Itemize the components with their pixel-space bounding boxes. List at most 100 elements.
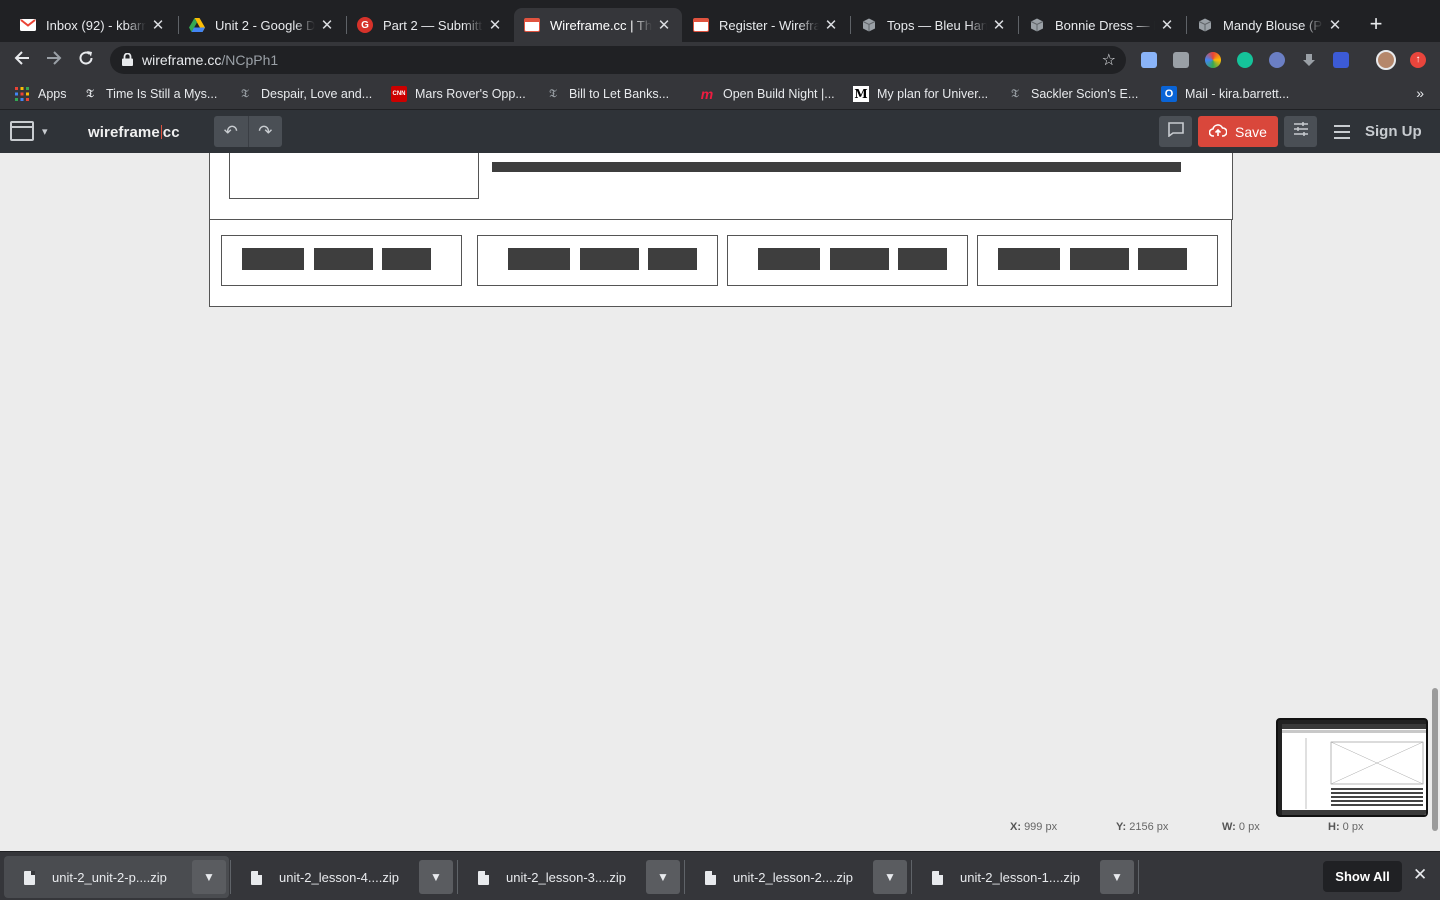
wireframe-block[interactable] (898, 248, 947, 270)
wireframe-block[interactable] (242, 248, 304, 270)
close-tab-icon[interactable]: ✕ (1327, 16, 1343, 34)
wireframe-text-line[interactable] (492, 162, 1181, 172)
cube-icon (861, 17, 877, 33)
bookmark-sackler-scion[interactable]: 𝔗 Sackler Scion's E... (1007, 85, 1138, 103)
wireframe-block[interactable] (648, 248, 697, 270)
app-logo[interactable]: wireframe cc (88, 124, 180, 141)
download-shelf: unit-2_unit-2-p....zip ▼ unit-2_lesson-4… (0, 851, 1440, 900)
close-tab-icon[interactable]: ✕ (991, 16, 1007, 34)
bookmarks-overflow-icon[interactable]: » (1416, 85, 1424, 101)
bookmark-my-plan[interactable]: M My plan for Univer... (853, 85, 988, 103)
tab-register-wireframe[interactable]: Register - Wireframe ✕ (683, 8, 849, 42)
bookmark-mars-rover[interactable]: CNN Mars Rover's Opp... (391, 85, 526, 103)
wireframe-block[interactable] (830, 248, 889, 270)
wireframe-block[interactable] (1070, 248, 1129, 270)
docs-extension-icon[interactable] (1141, 52, 1157, 68)
profile-avatar[interactable] (1376, 50, 1396, 70)
tab-part-2-submitting[interactable]: G Part 2 — Submitting ✕ (347, 8, 513, 42)
page-minimap[interactable] (1276, 718, 1428, 817)
address-bar[interactable]: wireframe.cc/NCpPh1 ☆ (110, 46, 1126, 74)
width-readout: W: 0 px (1222, 821, 1260, 833)
undo-icon[interactable]: ↶ (214, 116, 249, 147)
owl-extension-icon[interactable] (1269, 52, 1285, 68)
back-arrow-icon[interactable] (10, 48, 34, 72)
sign-up-link[interactable]: Sign Up (1365, 123, 1422, 140)
file-icon (251, 871, 262, 885)
tab-wireframe-cc[interactable]: Wireframe.cc | The ✕ (514, 8, 682, 42)
grammarly-icon[interactable] (1237, 52, 1253, 68)
wireframe-block[interactable] (998, 248, 1060, 270)
apps-grid-icon (14, 86, 30, 102)
close-tab-icon[interactable]: ✕ (487, 16, 503, 34)
download-item[interactable]: unit-2_lesson-1....zip ▼ (912, 856, 1137, 898)
wireframe-block[interactable] (1138, 248, 1187, 270)
close-icon[interactable]: ✕ (1413, 865, 1427, 885)
chevron-down-icon[interactable]: ▼ (192, 860, 226, 894)
download-item[interactable]: unit-2_lesson-2....zip ▼ (685, 856, 910, 898)
redo-icon[interactable]: ↷ (249, 116, 283, 147)
bookmark-time-is-still[interactable]: 𝔗 Time Is Still a Mys... (82, 85, 217, 103)
wireframe-footer-card[interactable] (977, 235, 1218, 286)
page-menu-button[interactable]: ▾ (10, 121, 48, 141)
nyt-icon: 𝔗 (241, 87, 249, 100)
alert-extension-icon[interactable]: ↑ (1410, 52, 1426, 68)
close-tab-icon[interactable]: ✕ (656, 16, 672, 34)
cube-icon (1029, 17, 1045, 33)
settings-button[interactable] (1284, 116, 1317, 147)
chevron-down-icon: ▾ (42, 125, 48, 138)
close-tab-icon[interactable]: ✕ (150, 16, 166, 34)
tab-mandy-blouse[interactable]: Mandy Blouse (Peach ✕ (1187, 8, 1353, 42)
color-picker-extension-icon[interactable] (1205, 52, 1221, 68)
wireframe-footer-section[interactable] (209, 219, 1232, 307)
tab-title: Part 2 — Submitting (383, 17, 483, 33)
close-tab-icon[interactable]: ✕ (1159, 16, 1175, 34)
browser-tab-strip: Inbox (92) - kbarrett ✕ Unit 2 - Google … (0, 0, 1440, 42)
wireframe-image-box[interactable] (229, 153, 479, 199)
save-button[interactable]: Save (1198, 116, 1278, 147)
wireframe-canvas[interactable]: X: 999 px Y: 2156 px W: 0 px H: 0 px (0, 153, 1440, 851)
download-filename: unit-2_unit-2-p....zip (52, 870, 167, 885)
download-item[interactable]: unit-2_lesson-3....zip ▼ (458, 856, 683, 898)
chevron-down-icon[interactable]: ▼ (419, 860, 453, 894)
wireframe-footer-card[interactable] (477, 235, 718, 286)
download-item[interactable]: unit-2_lesson-4....zip ▼ (231, 856, 456, 898)
tab-google-drive[interactable]: Unit 2 - Google Drive ✕ (179, 8, 345, 42)
tab-title: Register - Wireframe (719, 17, 819, 33)
reload-icon[interactable] (74, 48, 98, 72)
tab-gmail[interactable]: Inbox (92) - kbarrett ✕ (10, 8, 176, 42)
vertical-scrollbar[interactable] (1432, 688, 1438, 831)
comment-button[interactable] (1159, 116, 1192, 147)
close-tab-icon[interactable]: ✕ (319, 16, 335, 34)
wireframe-block[interactable] (382, 248, 431, 270)
bookmark-mail[interactable]: O Mail - kira.barrett... (1161, 85, 1289, 103)
close-tab-icon[interactable]: ✕ (823, 16, 839, 34)
bookmark-open-build-night[interactable]: m Open Build Night |... (699, 85, 835, 103)
bookmark-apps[interactable]: Apps (14, 85, 67, 103)
bookmark-despair-love[interactable]: 𝔗 Despair, Love and... (237, 85, 372, 103)
bookmark-star-icon[interactable]: ☆ (1102, 50, 1116, 70)
new-tab-button[interactable]: + (1364, 12, 1388, 36)
gmail-icon (20, 17, 36, 33)
chevron-down-icon[interactable]: ▼ (873, 860, 907, 894)
bookmark-bill-to-let-banks[interactable]: 𝔗 Bill to Let Banks... (545, 85, 669, 103)
bitwarden-icon[interactable] (1333, 52, 1349, 68)
ga-icon: G (357, 17, 373, 33)
forward-arrow-icon[interactable] (42, 48, 66, 72)
wireframe-block[interactable] (580, 248, 639, 270)
menu-icon[interactable] (1334, 125, 1350, 139)
chevron-down-icon[interactable]: ▼ (646, 860, 680, 894)
download-extension-icon[interactable] (1301, 52, 1317, 68)
extension-icon[interactable] (1173, 52, 1189, 68)
show-all-downloads-button[interactable]: Show All (1323, 861, 1402, 892)
wireframe-block[interactable] (758, 248, 820, 270)
tab-bonnie-dress[interactable]: Bonnie Dress — Bleu ✕ (1019, 8, 1185, 42)
wireframe-block[interactable] (314, 248, 373, 270)
wireframe-footer-card[interactable] (221, 235, 462, 286)
chevron-down-icon[interactable]: ▼ (1100, 860, 1134, 894)
download-item[interactable]: unit-2_unit-2-p....zip ▼ (4, 856, 229, 898)
nyt-icon: 𝔗 (549, 87, 557, 100)
tab-tops-bleu-hanger[interactable]: Tops — Bleu Hanger ✕ (851, 8, 1017, 42)
wireframe-block[interactable] (508, 248, 570, 270)
wireframe-content-section[interactable] (209, 153, 1233, 220)
wireframe-footer-card[interactable] (727, 235, 968, 286)
